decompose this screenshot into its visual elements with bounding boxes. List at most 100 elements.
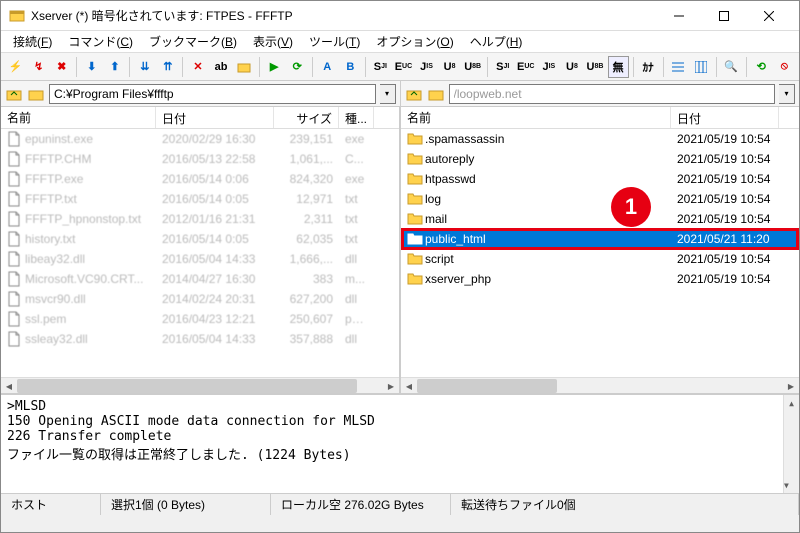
local-pane: 名前 日付 サイズ 種... epuninst.exe2020/02/29 16… (1, 107, 401, 393)
download-button[interactable]: ⬇ (81, 56, 102, 78)
table-row[interactable]: history.txt2016/05/14 0:0562,035txt (1, 229, 399, 249)
quick-connect-button[interactable]: ↯ (28, 56, 49, 78)
local-col-type[interactable]: 種... (339, 107, 374, 128)
text-b-button[interactable]: B (340, 56, 361, 78)
euc2-button[interactable]: EUC (515, 56, 536, 78)
local-col-name[interactable]: 名前 (1, 107, 156, 128)
table-row[interactable]: FFFTP_hpnonstop.txt2012/01/16 21:312,311… (1, 209, 399, 229)
remote-col-name[interactable]: 名前 (401, 107, 671, 128)
log-pane[interactable]: >MLSD150 Opening ASCII mode data connect… (1, 393, 799, 493)
table-row[interactable]: .spamassassin2021/05/19 10:54 (401, 129, 799, 149)
remote-file-list[interactable]: 1 .spamassassin2021/05/19 10:54autoreply… (401, 129, 799, 377)
sjis2-button[interactable]: SJI (492, 56, 513, 78)
file-size: 824,320 (274, 172, 339, 186)
none-button[interactable]: 無 (608, 56, 629, 78)
file-name: mail (425, 212, 447, 226)
refresh-button[interactable]: ⟳ (287, 56, 308, 78)
utf8-button[interactable]: U8 (439, 56, 460, 78)
rename-button[interactable]: ab (210, 56, 231, 78)
utf8b-button[interactable]: U8B (462, 56, 483, 78)
table-row[interactable]: public_html2021/05/21 11:20 (401, 229, 799, 249)
local-scrollbar[interactable]: ◀ ▶ (1, 377, 399, 393)
menu-ブックマーク[interactable]: ブックマーク(B) (141, 31, 245, 52)
file-name: .spamassassin (425, 132, 504, 146)
utf8b2-button[interactable]: U8B (584, 56, 605, 78)
menu-コマンド[interactable]: コマンド(C) (60, 31, 141, 52)
menu-ヘルプ[interactable]: ヘルプ(H) (462, 31, 531, 52)
local-file-list[interactable]: epuninst.exe2020/02/29 16:30239,151exeFF… (1, 129, 399, 377)
mirror-down-button[interactable]: ⇊ (134, 56, 155, 78)
file-date: 2021/05/19 10:54 (671, 212, 779, 226)
list-view-button[interactable] (668, 56, 689, 78)
file-icon (7, 151, 23, 167)
status-queue: 転送待ちファイル0個 (451, 494, 799, 515)
table-row[interactable]: htpasswd2021/05/19 10:54 (401, 169, 799, 189)
text-a-button[interactable]: A (317, 56, 338, 78)
remote-open-icon[interactable] (427, 85, 445, 103)
local-col-date[interactable]: 日付 (156, 107, 274, 128)
remote-scrollbar[interactable]: ◀ ▶ (401, 377, 799, 393)
file-icon (7, 271, 23, 287)
stop-button[interactable]: ⦸ (774, 56, 795, 78)
menu-接続[interactable]: 接続(F) (5, 31, 60, 52)
local-up-icon[interactable] (5, 85, 23, 103)
connect-button[interactable]: ⚡ (5, 56, 26, 78)
remote-col-date[interactable]: 日付 (671, 107, 779, 128)
abort-button[interactable]: ▶ (264, 56, 285, 78)
file-date: 2016/05/04 14:33 (156, 252, 274, 266)
disconnect-button[interactable]: ✖ (51, 56, 72, 78)
file-date: 2021/05/19 10:54 (671, 272, 779, 286)
local-open-icon[interactable] (27, 85, 45, 103)
table-row[interactable]: Microsoft.VC90.CRT...2014/04/27 16:30383… (1, 269, 399, 289)
table-row[interactable]: xserver_php2021/05/19 10:54 (401, 269, 799, 289)
table-row[interactable]: ssleay32.dll2016/05/04 14:33357,888dll (1, 329, 399, 349)
table-row[interactable]: ssl.pem2016/04/23 12:21250,607pe... (1, 309, 399, 329)
menu-ツール[interactable]: ツール(T) (301, 31, 368, 52)
log-scrollbar[interactable]: ▲ ▼ (783, 395, 799, 493)
table-row[interactable]: mail 2021/05/19 10:54 (401, 209, 799, 229)
remote-up-icon[interactable] (405, 85, 423, 103)
euc-button[interactable]: EUC (393, 56, 414, 78)
table-row[interactable]: libeay32.dll2016/05/04 14:331,666,...dll (1, 249, 399, 269)
sjis-button[interactable]: SJI (370, 56, 391, 78)
remote-path-dropdown[interactable]: ▾ (779, 84, 795, 104)
jis-button[interactable]: JIS (416, 56, 437, 78)
menu-オプション[interactable]: オプション(O) (368, 31, 461, 52)
jis2-button[interactable]: JIS (538, 56, 559, 78)
table-row[interactable]: epuninst.exe2020/02/29 16:30239,151exe (1, 129, 399, 149)
detail-view-button[interactable] (691, 56, 712, 78)
local-path-input[interactable] (49, 84, 376, 104)
menu-表示[interactable]: 表示(V) (245, 31, 301, 52)
find-button[interactable]: 🔍 (721, 56, 742, 78)
upload-button[interactable]: ⬆ (104, 56, 125, 78)
table-row[interactable]: script2021/05/19 10:54 (401, 249, 799, 269)
close-button[interactable] (746, 2, 791, 30)
table-row[interactable]: log2021/05/19 10:54 (401, 189, 799, 209)
file-name: epuninst.exe (25, 132, 93, 146)
table-row[interactable]: FFFTP.exe2016/05/14 0:06824,320exe (1, 169, 399, 189)
table-row[interactable]: FFFTP.txt2016/05/14 0:0512,971txt (1, 189, 399, 209)
file-size: 62,035 (274, 232, 339, 246)
file-type: pe... (339, 312, 374, 326)
mkdir-button[interactable] (234, 56, 255, 78)
sync-button[interactable]: ⟲ (751, 56, 772, 78)
local-path-dropdown[interactable]: ▾ (380, 84, 396, 104)
kana-button[interactable]: ｶﾅ (638, 56, 659, 78)
delete-button[interactable]: ✕ (187, 56, 208, 78)
mirror-up-button[interactable]: ⇈ (157, 56, 178, 78)
table-row[interactable]: msvcr90.dll2014/02/24 20:31627,200dll (1, 289, 399, 309)
utf82-button[interactable]: U8 (561, 56, 582, 78)
file-name: FFFTP.txt (25, 192, 77, 206)
table-row[interactable]: autoreply2021/05/19 10:54 (401, 149, 799, 169)
folder-icon (407, 171, 423, 187)
folder-icon (407, 271, 423, 287)
file-type: txt (339, 232, 374, 246)
table-row[interactable]: FFFTP.CHM2016/05/13 22:581,061,...C... (1, 149, 399, 169)
remote-path-input[interactable] (449, 84, 776, 104)
folder-icon (407, 231, 423, 247)
minimize-button[interactable] (656, 2, 701, 30)
file-icon (7, 131, 23, 147)
local-col-size[interactable]: サイズ (274, 107, 339, 128)
file-date: 2016/04/23 12:21 (156, 312, 274, 326)
maximize-button[interactable] (701, 2, 746, 30)
